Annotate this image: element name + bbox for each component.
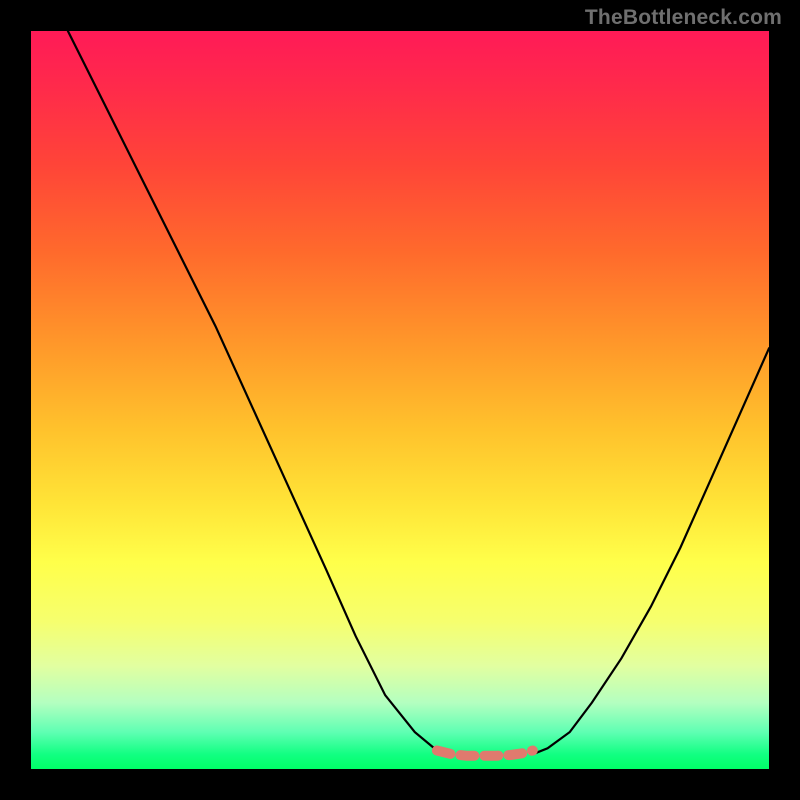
curve-layer [31,31,769,769]
left-arm-path [68,31,452,754]
right-arm-path [533,348,769,754]
watermark-text: TheBottleneck.com [585,6,782,30]
chart-container: TheBottleneck.com [0,0,800,800]
valley-band-path [437,751,533,756]
plot-area [31,31,769,769]
